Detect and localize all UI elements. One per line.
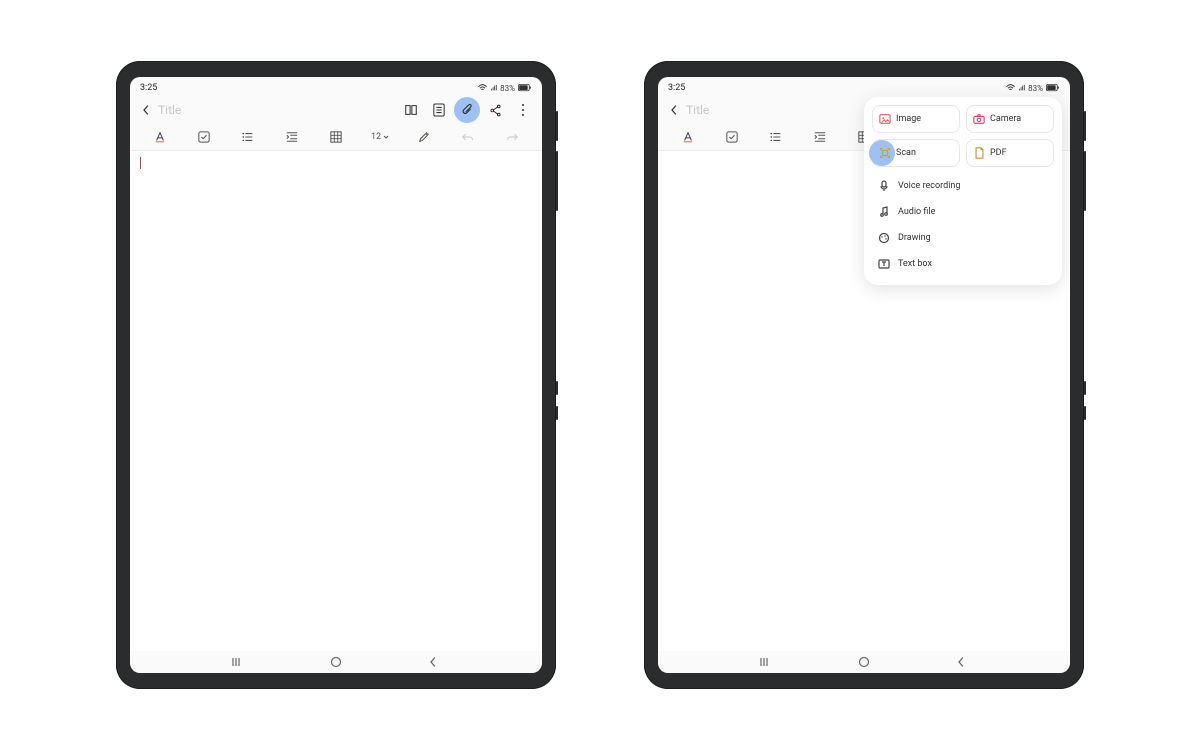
page-template-button[interactable] [428, 99, 450, 121]
attach-textbox-label: Text box [898, 259, 932, 269]
pen-tool[interactable] [402, 131, 446, 143]
attach-voice[interactable]: Voice recording [872, 173, 1054, 199]
attach-scan[interactable]: Scan [872, 139, 960, 167]
text-cursor [140, 157, 141, 169]
tablet-right: 3:25 83% Title [644, 61, 1084, 689]
attach-camera-label: Camera [990, 114, 1021, 124]
audio-icon [878, 206, 890, 218]
undo-tool[interactable] [446, 132, 490, 142]
attach-drawing-label: Drawing [898, 233, 931, 243]
attach-voice-label: Voice recording [898, 181, 960, 191]
nav-recents[interactable] [747, 657, 787, 667]
system-navbar [658, 651, 1070, 673]
textbox-icon [878, 258, 890, 270]
indent-tool[interactable] [798, 131, 842, 143]
attach-drawing[interactable]: Drawing [872, 225, 1054, 251]
attach-menu: Image Camera Scan PDF [864, 97, 1062, 285]
app-header: Title [130, 96, 542, 124]
attach-pdf-label: PDF [990, 148, 1007, 158]
attach-button[interactable] [456, 99, 478, 121]
tablet-left: 3:25 83% Title [116, 61, 556, 689]
share-button[interactable] [484, 99, 506, 121]
back-button[interactable] [664, 100, 684, 120]
wifi-icon [478, 84, 487, 92]
format-toolbar: 12 [130, 124, 542, 150]
attach-pdf[interactable]: PDF [966, 139, 1054, 167]
battery-label: 83% [500, 84, 515, 93]
nav-home[interactable] [316, 656, 356, 668]
text-style-tool[interactable] [138, 131, 182, 143]
drawing-icon [878, 232, 890, 244]
nav-recents[interactable] [219, 657, 259, 667]
note-canvas[interactable] [130, 150, 542, 651]
pdf-icon [973, 147, 985, 159]
reading-mode-button[interactable] [400, 99, 422, 121]
text-style-tool[interactable] [666, 131, 710, 143]
attach-scan-label: Scan [896, 148, 916, 158]
battery-icon [518, 84, 532, 92]
table-tool[interactable] [314, 131, 358, 143]
attach-image[interactable]: Image [872, 105, 960, 133]
back-button[interactable] [136, 100, 156, 120]
attach-audio-label: Audio file [898, 207, 935, 217]
mic-icon [878, 180, 890, 192]
checkbox-tool[interactable] [182, 131, 226, 143]
note-title-input[interactable]: Title [158, 103, 400, 117]
indent-tool[interactable] [270, 131, 314, 143]
signal-icon [1018, 84, 1025, 92]
font-size-tool[interactable]: 12 [358, 132, 402, 142]
attach-camera[interactable]: Camera [966, 105, 1054, 133]
wifi-icon [1006, 84, 1015, 92]
battery-icon [1046, 84, 1060, 92]
system-navbar [130, 651, 542, 673]
nav-back[interactable] [941, 657, 981, 667]
status-time: 3:25 [668, 83, 685, 93]
list-tool[interactable] [226, 131, 270, 143]
checkbox-tool[interactable] [710, 131, 754, 143]
status-time: 3:25 [140, 83, 157, 93]
attach-audio[interactable]: Audio file [872, 199, 1054, 225]
redo-tool[interactable] [490, 132, 534, 142]
signal-icon [490, 84, 497, 92]
more-button[interactable] [512, 99, 534, 121]
camera-icon [973, 113, 985, 125]
attach-textbox[interactable]: Text box [872, 251, 1054, 277]
status-bar: 3:25 83% [130, 77, 542, 96]
status-bar: 3:25 83% [658, 77, 1070, 96]
nav-home[interactable] [844, 656, 884, 668]
scan-icon [879, 147, 891, 159]
list-tool[interactable] [754, 131, 798, 143]
battery-label: 83% [1028, 84, 1043, 93]
nav-back[interactable] [413, 657, 453, 667]
attach-image-label: Image [896, 114, 921, 124]
image-icon [879, 113, 891, 125]
